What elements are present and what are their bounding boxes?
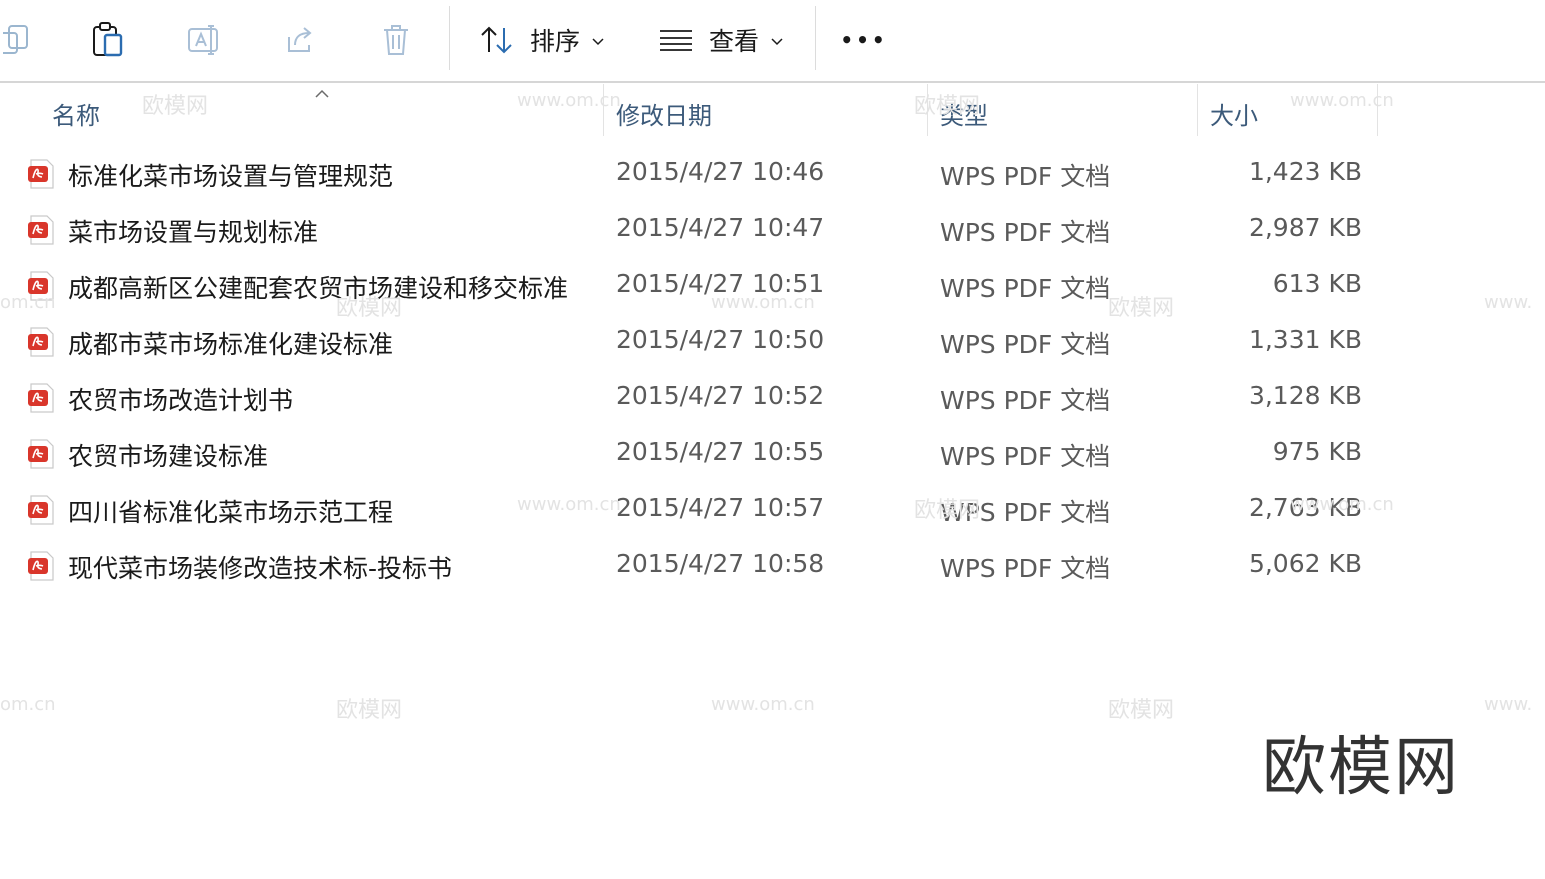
watermark-url: om.cn	[0, 694, 56, 715]
file-row[interactable]: 现代菜市场装修改造技术标-投标书 2015/4/27 10:58 WPS PDF…	[0, 538, 1545, 594]
file-row[interactable]: 农贸市场建设标准 2015/4/27 10:55 WPS PDF 文档 975 …	[0, 426, 1545, 482]
column-header-size[interactable]: 大小	[1210, 96, 1258, 131]
delete-button[interactable]	[378, 14, 414, 66]
sort-icon	[480, 25, 514, 55]
watermark-brand: 欧模网	[336, 698, 403, 723]
pdf-file-icon	[26, 494, 58, 526]
watermark-url: www.	[1484, 694, 1533, 715]
file-type: WPS PDF 文档	[940, 162, 1111, 191]
sort-button[interactable]: 排序	[480, 14, 606, 66]
pdf-file-icon	[26, 382, 58, 414]
file-type: WPS PDF 文档	[940, 218, 1111, 247]
pdf-file-icon	[26, 550, 58, 582]
file-explorer-window: 排序 查看 ••• 名称 修改日期 类型 大小 标准化菜市场设置与管理规范 20…	[0, 0, 1545, 879]
file-row[interactable]: 菜市场设置与规划标准 2015/4/27 10:47 WPS PDF 文档 2,…	[0, 202, 1545, 258]
column-header-name[interactable]: 名称	[52, 96, 100, 131]
pdf-file-icon	[26, 326, 58, 358]
file-name: 菜市场设置与规划标准	[68, 218, 319, 247]
file-size: 1,423 KB	[1248, 157, 1362, 186]
column-header-row: 名称 修改日期 类型 大小	[0, 84, 1545, 136]
pdf-file-icon	[26, 270, 58, 302]
file-type: WPS PDF 文档	[940, 330, 1111, 359]
file-size: 975 KB	[1272, 437, 1362, 466]
watermark-url: www.om.cn	[711, 694, 815, 715]
delete-icon	[381, 23, 411, 57]
command-bar: 排序 查看 •••	[0, 0, 1545, 83]
file-date: 2015/4/27 10:57	[616, 493, 825, 522]
file-name: 标准化菜市场设置与管理规范	[68, 162, 394, 191]
rename-icon	[186, 23, 222, 57]
column-divider[interactable]	[603, 84, 604, 136]
file-size: 1,331 KB	[1248, 325, 1362, 354]
sort-label: 排序	[530, 27, 581, 56]
file-date: 2015/4/27 10:55	[616, 437, 825, 466]
file-name: 现代菜市场装修改造技术标-投标书	[68, 554, 453, 583]
brand-watermark-logo: 欧模网	[1262, 731, 1460, 805]
file-type: WPS PDF 文档	[940, 274, 1111, 303]
column-header-type[interactable]: 类型	[940, 96, 988, 131]
file-size: 613 KB	[1272, 269, 1362, 298]
pdf-file-icon	[26, 438, 58, 470]
copy-icon	[3, 23, 33, 57]
column-divider[interactable]	[927, 84, 928, 136]
file-size: 2,763 KB	[1248, 493, 1362, 522]
share-icon	[283, 23, 317, 57]
column-header-date[interactable]: 修改日期	[616, 96, 712, 131]
chevron-down-icon	[592, 31, 604, 50]
file-size: 3,128 KB	[1248, 381, 1362, 410]
file-type: WPS PDF 文档	[940, 442, 1111, 471]
column-divider[interactable]	[1377, 84, 1378, 136]
file-name: 成都高新区公建配套农贸市场建设和移交标准	[68, 274, 569, 303]
chevron-down-icon	[771, 31, 783, 50]
file-list: 标准化菜市场设置与管理规范 2015/4/27 10:46 WPS PDF 文档…	[0, 146, 1545, 594]
column-divider[interactable]	[1197, 84, 1198, 136]
file-row[interactable]: 成都市菜市场标准化建设标准 2015/4/27 10:50 WPS PDF 文档…	[0, 314, 1545, 370]
more-icon: •••	[840, 28, 888, 52]
copy-button[interactable]	[0, 14, 36, 66]
file-date: 2015/4/27 10:58	[616, 549, 825, 578]
watermark-brand: 欧模网	[1108, 698, 1175, 723]
file-row[interactable]: 农贸市场改造计划书 2015/4/27 10:52 WPS PDF 文档 3,1…	[0, 370, 1545, 426]
paste-button[interactable]	[86, 14, 130, 66]
toolbar-separator	[449, 6, 450, 70]
file-row[interactable]: 四川省标准化菜市场示范工程 2015/4/27 10:57 WPS PDF 文档…	[0, 482, 1545, 538]
file-type: WPS PDF 文档	[940, 386, 1111, 415]
file-type: WPS PDF 文档	[940, 498, 1111, 527]
file-date: 2015/4/27 10:47	[616, 213, 825, 242]
file-date: 2015/4/27 10:50	[616, 325, 825, 354]
share-button[interactable]	[280, 14, 320, 66]
sort-ascending-icon	[314, 84, 330, 103]
file-date: 2015/4/27 10:51	[616, 269, 825, 298]
pdf-file-icon	[26, 214, 58, 246]
more-options-button[interactable]: •••	[840, 14, 888, 66]
file-size: 2,987 KB	[1248, 213, 1362, 242]
file-name: 农贸市场改造计划书	[68, 386, 294, 415]
view-label: 查看	[709, 27, 760, 56]
toolbar-separator	[815, 6, 816, 70]
file-date: 2015/4/27 10:52	[616, 381, 825, 410]
view-button[interactable]: 查看	[659, 14, 783, 66]
file-row[interactable]: 成都高新区公建配套农贸市场建设和移交标准 2015/4/27 10:51 WPS…	[0, 258, 1545, 314]
file-name: 成都市菜市场标准化建设标准	[68, 330, 394, 359]
paste-icon	[91, 21, 125, 59]
file-type: WPS PDF 文档	[940, 554, 1111, 583]
file-size: 5,062 KB	[1248, 549, 1362, 578]
pdf-file-icon	[26, 158, 58, 190]
file-name: 农贸市场建设标准	[68, 442, 269, 471]
view-icon	[659, 28, 693, 52]
file-row[interactable]: 标准化菜市场设置与管理规范 2015/4/27 10:46 WPS PDF 文档…	[0, 146, 1545, 202]
file-name: 四川省标准化菜市场示范工程	[68, 498, 394, 527]
file-date: 2015/4/27 10:46	[616, 157, 825, 186]
rename-button[interactable]	[182, 14, 226, 66]
